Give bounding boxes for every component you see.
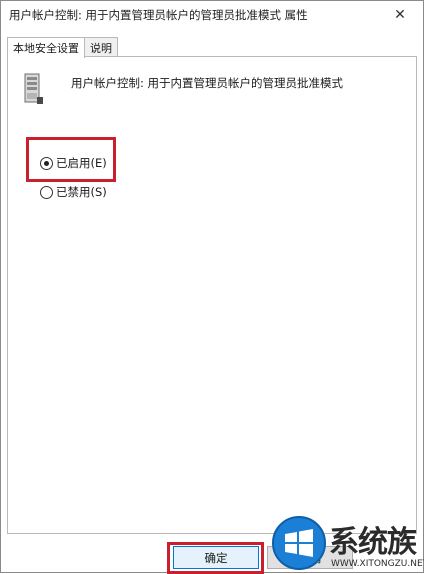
radio-enabled[interactable]: 已启用(E) — [40, 155, 107, 171]
tab-panel-local-security-setting: 用户帐户控制: 用于内置管理员帐户的管理员批准模式 已启用(E) 已禁用(S) — [7, 56, 417, 534]
radio-disabled[interactable]: 已禁用(S) — [40, 184, 107, 200]
tab-strip: 本地安全设置 说明 — [7, 37, 417, 58]
title-bar[interactable]: 用户帐户控制: 用于内置管理员帐户的管理员批准模式 属性 ✕ — [1, 1, 423, 29]
watermark: 系统族 WWW.XITONGZU.NET — [271, 515, 424, 574]
watermark-url: WWW.XITONGZU.NET — [331, 559, 424, 569]
server-policy-icon — [24, 73, 43, 104]
window-title: 用户帐户控制: 用于内置管理员帐户的管理员批准模式 属性 — [9, 8, 308, 22]
radio-enabled-label: 已启用(E) — [56, 156, 107, 170]
close-button[interactable]: ✕ — [377, 1, 423, 29]
radio-button-checked[interactable] — [40, 156, 53, 170]
radio-button-unchecked[interactable] — [40, 185, 53, 199]
tab-explain[interactable]: 说明 — [84, 37, 118, 57]
ok-button[interactable]: 确定 — [173, 546, 259, 569]
policy-title: 用户帐户控制: 用于内置管理员帐户的管理员批准模式 — [71, 76, 344, 90]
close-icon: ✕ — [394, 7, 406, 23]
windows-logo-icon — [272, 516, 326, 570]
properties-dialog: 用户帐户控制: 用于内置管理员帐户的管理员批准模式 属性 ✕ 本地安全设置 说明… — [0, 0, 424, 574]
radio-disabled-label: 已禁用(S) — [56, 185, 107, 199]
tab-local-security-setting[interactable]: 本地安全设置 — [7, 37, 85, 58]
watermark-text: 系统族 — [329, 525, 417, 560]
